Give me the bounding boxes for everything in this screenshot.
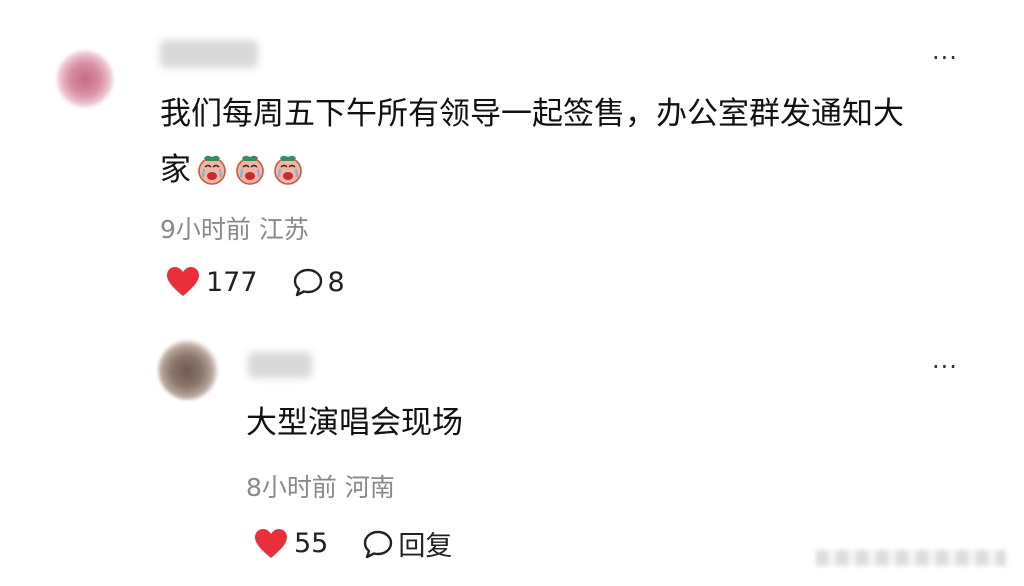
comment-meta: 8小时前 河南	[246, 468, 395, 504]
comment-bubble-icon	[293, 268, 322, 297]
location: 河南	[344, 473, 395, 502]
like-button[interactable]: 55	[254, 528, 328, 560]
reply-label: 回复	[398, 531, 453, 562]
more-options-button[interactable]: ···	[932, 355, 958, 379]
more-options-button[interactable]: ···	[932, 46, 958, 70]
crying-face-icon	[274, 155, 302, 185]
comment-thread: ··· 我们每周五下午所有领导一起签售，办公室群发通知大 家 9小时前 江苏 1…	[0, 0, 1024, 586]
reply-count: 8	[327, 266, 345, 298]
timestamp: 8小时前	[246, 473, 337, 502]
crying-face-icon	[236, 155, 264, 185]
comment-bubble-icon	[364, 530, 393, 558]
avatar[interactable]	[158, 340, 218, 400]
like-count: 55	[294, 528, 329, 559]
username-blurred[interactable]	[248, 352, 312, 378]
heart-icon	[167, 267, 199, 296]
reply-button[interactable]: 回复	[362, 524, 452, 563]
like-button[interactable]: 177	[166, 266, 258, 298]
comment-text-line: 家	[160, 152, 191, 188]
like-count: 177	[206, 266, 258, 298]
comment-meta: 9小时前 江苏	[160, 210, 309, 246]
comment-text: 大型演唱会现场	[246, 405, 463, 441]
watermark	[816, 550, 1006, 566]
location: 江苏	[258, 215, 309, 244]
username-blurred[interactable]	[160, 40, 258, 68]
comment-text-line: 我们每周五下午所有领导一起签售，办公室群发通知大	[160, 96, 904, 132]
timestamp: 9小时前	[160, 215, 251, 244]
comment-actions: 177 8	[166, 266, 345, 298]
emoji-row	[195, 148, 309, 204]
comment-text: 我们每周五下午所有领导一起签售，办公室群发通知大 家	[160, 86, 980, 204]
heart-icon	[255, 528, 287, 558]
crying-face-icon	[198, 155, 226, 185]
comment-actions: 55 回复	[254, 524, 452, 563]
avatar[interactable]	[56, 50, 114, 108]
reply-button[interactable]: 8	[292, 267, 345, 298]
